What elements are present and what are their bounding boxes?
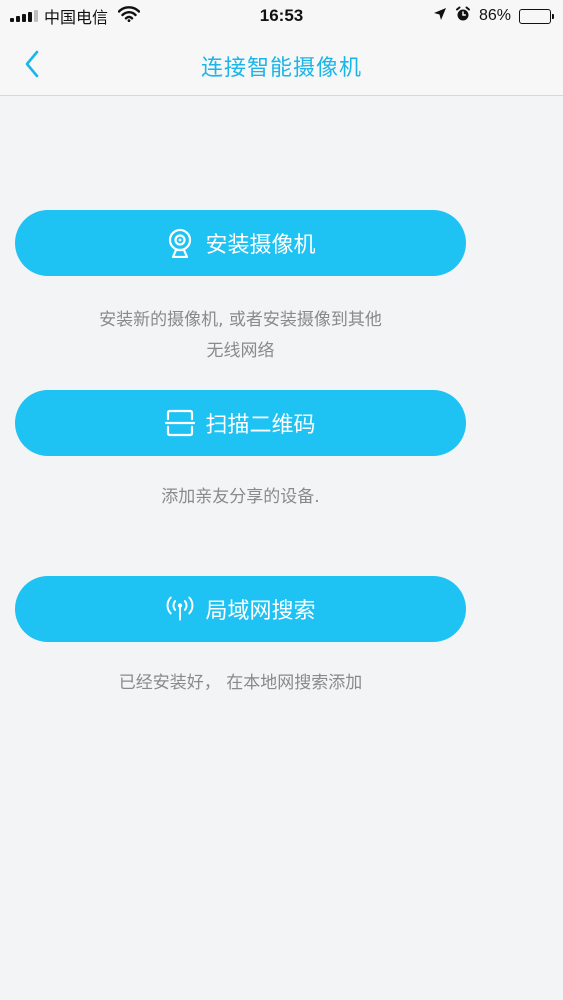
- lan-search-description: 已经安装好， 在本地网搜索添加: [15, 668, 466, 699]
- description-line: 安装新的摄像机, 或者安装摄像到其他: [99, 310, 382, 330]
- description-line: 添加亲友分享的设备.: [161, 487, 320, 507]
- description-line: 无线网络: [206, 341, 275, 361]
- alarm-clock-icon: [455, 6, 471, 27]
- install-camera-description: 安装新的摄像机, 或者安装摄像到其他 无线网络: [15, 305, 466, 367]
- status-bar: 中国电信 16:53 86%: [0, 0, 563, 34]
- broadcast-antenna-icon: [165, 594, 195, 624]
- webcam-icon: [165, 228, 195, 258]
- location-arrow-icon: [433, 7, 447, 26]
- install-camera-label: 安装摄像机: [205, 233, 316, 258]
- battery-percent: 86%: [478, 7, 511, 24]
- scan-qr-button[interactable]: 扫描二维码: [15, 390, 466, 456]
- navigation-bar: 连接智能摄像机: [0, 34, 563, 96]
- battery-icon: [519, 8, 554, 24]
- scan-qr-label: 扫描二维码: [205, 413, 316, 438]
- install-camera-button[interactable]: 安装摄像机: [15, 210, 466, 276]
- description-line: 已经安装好， 在本地网搜索添加: [118, 673, 363, 693]
- scan-icon: [165, 408, 196, 438]
- scan-qr-description: 添加亲友分享的设备.: [15, 482, 466, 513]
- page-title: 连接智能摄像机: [200, 56, 362, 81]
- status-right: 86%: [433, 6, 554, 27]
- lan-search-button[interactable]: 局域网搜索: [15, 576, 466, 642]
- lan-search-label: 局域网搜索: [205, 599, 316, 624]
